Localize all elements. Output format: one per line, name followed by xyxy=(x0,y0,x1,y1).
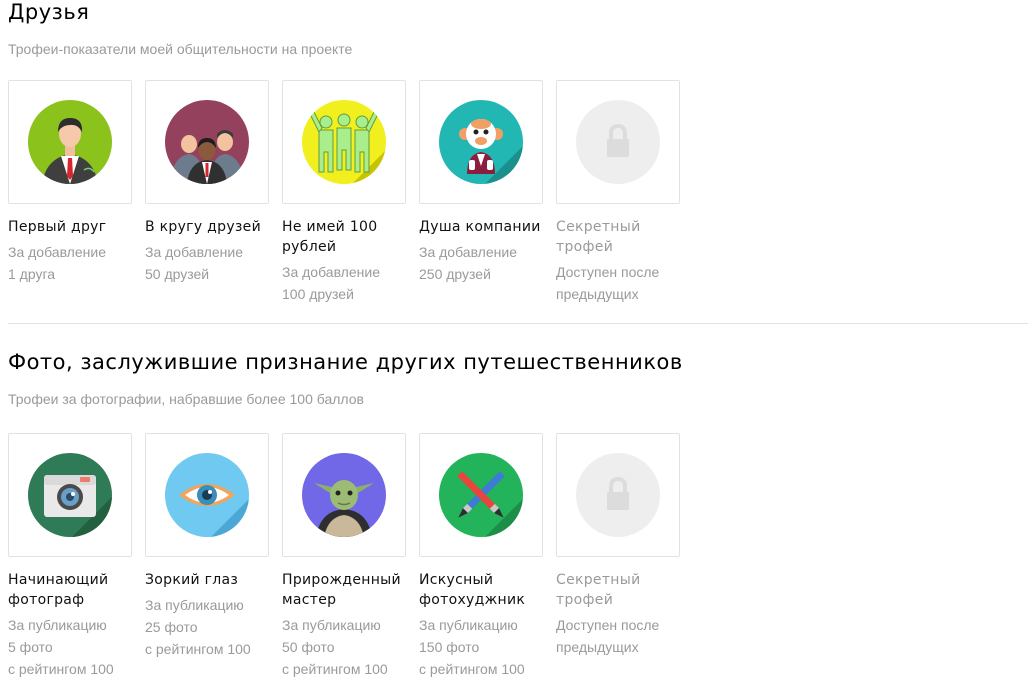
trophy-description-line: 100 друзей xyxy=(282,286,354,302)
trophy-description-line: Доступен после xyxy=(556,264,660,280)
trophy-description: За добавление 1 друга xyxy=(8,241,132,285)
trophy-description-line: предыдущих xyxy=(556,286,639,302)
trophy-card[interactable]: Начинающий фотограф За публикацию 5 фото… xyxy=(8,433,132,680)
trophy-tile[interactable] xyxy=(419,433,543,557)
brushes-icon xyxy=(439,453,523,537)
trophy-grid: Первый друг За добавление 1 друга В круг… xyxy=(8,80,693,305)
trophy-description-line: За публикацию xyxy=(8,617,107,633)
yoda-icon xyxy=(302,453,386,537)
section-divider xyxy=(8,323,1028,324)
trophy-description-line: За публикацию xyxy=(145,597,244,613)
trophy-description: Доступен после предыдущих xyxy=(556,614,680,658)
trophy-description: За публикацию 5 фото с рейтингом 100 xyxy=(8,614,132,680)
trophy-card[interactable]: Первый друг За добавление 1 друга xyxy=(8,80,132,305)
trophy-description-line: За добавление xyxy=(282,264,380,280)
trophy-name: Первый друг xyxy=(8,219,107,235)
trophy-card[interactable]: В кругу друзей За добавление 50 друзей xyxy=(145,80,269,305)
trophy-description-line: предыдущих xyxy=(556,639,639,655)
trophy-name: Прирожденный мастер xyxy=(282,572,401,608)
trophy-name: Душа компании xyxy=(419,219,541,235)
trophy-description-line: За добавление xyxy=(8,244,106,260)
trophy-name: Зоркий глаз xyxy=(145,572,239,588)
friends-group-icon xyxy=(165,100,249,184)
trophy-description-line: 50 фото xyxy=(282,639,335,655)
trophy-description-line: 250 друзей xyxy=(419,266,491,282)
camera-icon xyxy=(28,453,112,537)
section-title: Друзья xyxy=(8,0,90,24)
trophy-card-locked[interactable]: Секретный трофей Доступен после предыдущ… xyxy=(556,433,680,680)
section-subtitle: Трофеи за фотографии, набравшие более 10… xyxy=(8,391,364,407)
eye-icon xyxy=(165,453,249,537)
lock-icon xyxy=(576,453,660,537)
trophy-description: За публикацию 150 фото с рейтингом 100 xyxy=(419,614,543,680)
trophy-card[interactable]: Не имей 100 рублей За добавление 100 дру… xyxy=(282,80,406,305)
trophy-description-line: 5 фото xyxy=(8,639,53,655)
trophy-description-line: с рейтингом 100 xyxy=(8,661,114,677)
photos-section: Фото, заслужившие признание других путеш… xyxy=(8,350,1028,677)
trophy-description-line: За добавление xyxy=(145,244,243,260)
trophy-tile[interactable] xyxy=(282,80,406,204)
trophy-name: Не имей 100 рублей xyxy=(282,219,378,255)
friends-section: Друзья Трофеи-показатели моей общительно… xyxy=(8,0,1028,302)
trophy-tile[interactable] xyxy=(145,433,269,557)
trophy-description-line: с рейтингом 100 xyxy=(282,661,388,677)
trophy-description-line: За добавление xyxy=(419,244,517,260)
trophy-description: За добавление 250 друзей xyxy=(419,241,543,285)
trophy-card[interactable]: Душа компании За добавление 250 друзей xyxy=(419,80,543,305)
trophy-card[interactable]: Прирожденный мастер За публикацию 50 фот… xyxy=(282,433,406,680)
trophy-name: В кругу друзей xyxy=(145,219,261,235)
trophy-description-line: За публикацию xyxy=(419,617,518,633)
trophy-name: Искусный фотохуджник xyxy=(419,572,526,608)
trophy-card[interactable]: Зоркий глаз За публикацию 25 фото с рейт… xyxy=(145,433,269,680)
trophy-description-line: За публикацию xyxy=(282,617,381,633)
trophy-description: За публикацию 50 фото с рейтингом 100 xyxy=(282,614,406,680)
trophy-description-line: 150 фото xyxy=(419,639,480,655)
trophy-description-line: с рейтингом 100 xyxy=(419,661,525,677)
businessman-icon xyxy=(28,100,112,184)
trophy-card-locked[interactable]: Секретный трофей Доступен после предыдущ… xyxy=(556,80,680,305)
trophy-description-line: с рейтингом 100 xyxy=(145,641,251,657)
trophy-description-line: 1 друга xyxy=(8,266,56,282)
trophy-name: Секретный трофей xyxy=(556,219,641,255)
hugging-friends-icon xyxy=(302,100,386,184)
section-subtitle: Трофеи-показатели моей общительности на … xyxy=(8,41,353,57)
trophy-tile[interactable] xyxy=(8,80,132,204)
trophy-name: Начинающий фотограф xyxy=(8,572,109,608)
trophy-description-line: Доступен после xyxy=(556,617,660,633)
trophy-card[interactable]: Искусный фотохуджник За публикацию 150 ф… xyxy=(419,433,543,680)
lock-icon xyxy=(576,100,660,184)
trophy-description: За добавление 100 друзей xyxy=(282,261,406,305)
trophy-tile[interactable] xyxy=(145,80,269,204)
trophy-tile[interactable] xyxy=(419,80,543,204)
trophy-tile[interactable] xyxy=(282,433,406,557)
trophy-tile[interactable] xyxy=(556,80,680,204)
trophy-description: Доступен после предыдущих xyxy=(556,261,680,305)
trophy-tile[interactable] xyxy=(8,433,132,557)
section-title: Фото, заслужившие признание других путеш… xyxy=(8,350,683,374)
trophy-name: Секретный трофей xyxy=(556,572,641,608)
monkey-icon xyxy=(439,100,523,184)
trophy-tile[interactable] xyxy=(556,433,680,557)
trophy-description: За публикацию 25 фото с рейтингом 100 xyxy=(145,594,269,660)
trophy-description-line: 50 друзей xyxy=(145,266,210,282)
trophy-description: За добавление 50 друзей xyxy=(145,241,269,285)
trophy-description-line: 25 фото xyxy=(145,619,198,635)
trophy-grid: Начинающий фотограф За публикацию 5 фото… xyxy=(8,433,693,680)
